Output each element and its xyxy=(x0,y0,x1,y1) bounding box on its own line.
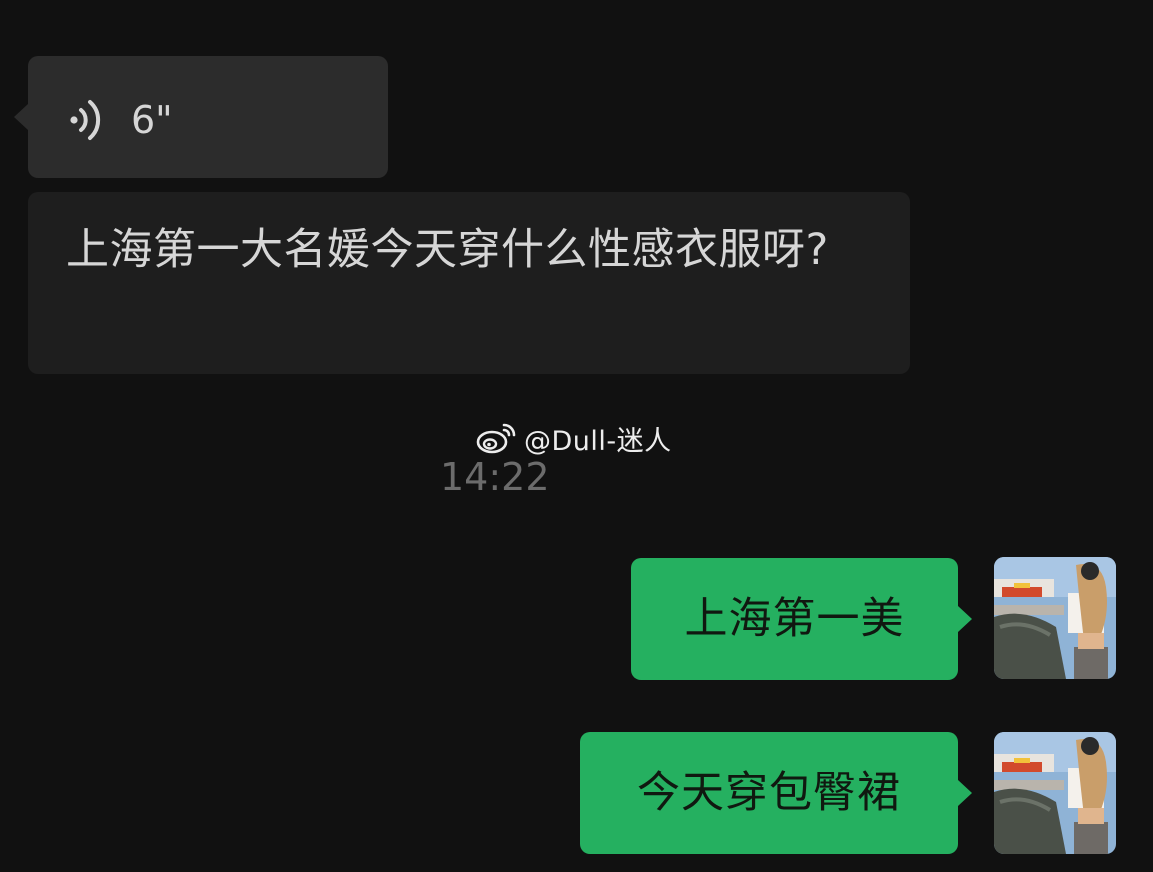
incoming-text-message[interactable]: 上海第一大名媛今天穿什么性感衣服呀? xyxy=(28,192,910,374)
outgoing-message[interactable]: 上海第一美 xyxy=(631,558,972,680)
avatar-photo xyxy=(994,732,1116,854)
avatar-photo xyxy=(994,557,1116,679)
message-timestamp: 14:22 xyxy=(440,455,550,499)
voice-wave-icon xyxy=(70,100,101,140)
outgoing-message-text: 上海第一美 xyxy=(684,594,905,644)
incoming-message-text: 上海第一大名媛今天穿什么性感衣服呀? xyxy=(66,225,829,275)
outgoing-message[interactable]: 今天穿包臀裙 xyxy=(580,732,972,854)
voice-duration: 6" xyxy=(131,98,173,142)
watermark-text: @Dull-迷人 xyxy=(524,425,672,457)
weibo-icon xyxy=(476,423,516,454)
outgoing-message-text: 今天穿包臀裙 xyxy=(637,768,901,818)
avatar[interactable] xyxy=(994,557,1116,679)
avatar[interactable] xyxy=(994,732,1116,854)
weibo-watermark: @Dull-迷人 xyxy=(476,418,672,458)
